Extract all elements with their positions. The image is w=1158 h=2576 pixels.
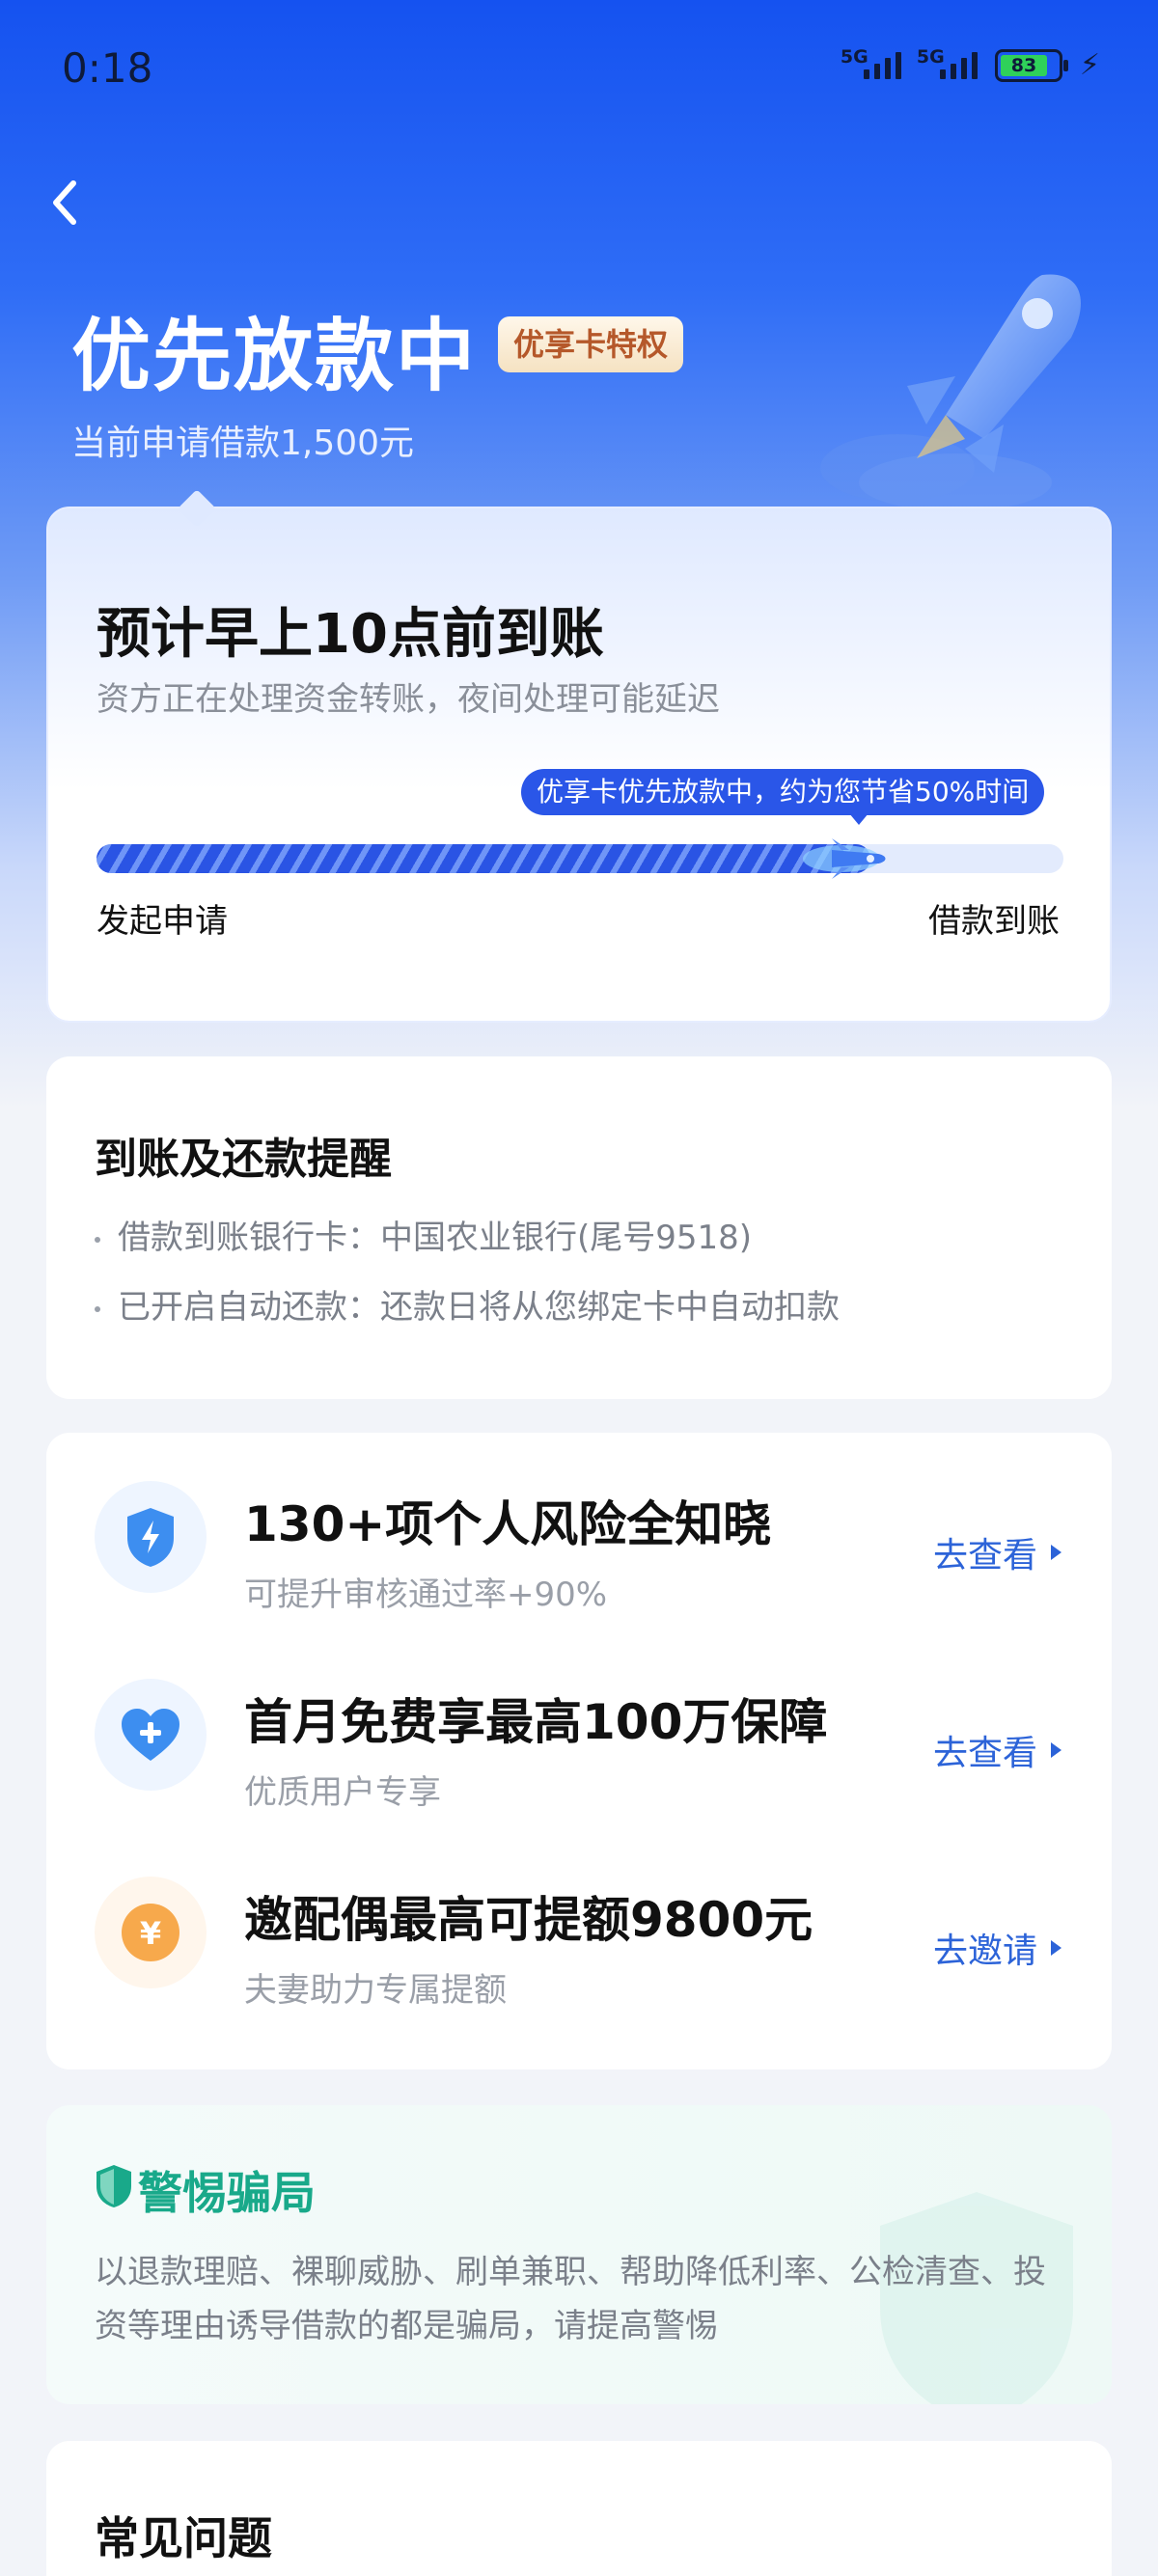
status-bar: 0:18 5G 5G 83 ⚡ [0,0,1158,135]
reminder-item: 借款到账银行卡：中国农业银行(尾号9518) [95,1211,752,1258]
service-title: 130+项个人风险全知晓 [244,1496,772,1552]
rocket-progress-icon [803,838,886,879]
eta-title: 预计早上10点前到账 [96,603,604,666]
shield-icon [96,2165,131,2207]
view-link[interactable]: 去查看 [933,1725,1062,1775]
warning-title: 警惕骗局 [138,2167,316,2219]
signal-icon: 5G [841,46,901,79]
services-card: 130+项个人风险全知晓 可提升审核通过率+90% 去查看 首月免费享最高100… [46,1433,1112,2069]
repayment-reminder-card: 到账及还款提醒 借款到账银行卡：中国农业银行(尾号9518) 已开启自动还款：还… [46,1056,1112,1399]
status-indicators: 5G 5G 83 ⚡ [841,46,1100,83]
arrow-right-icon [1051,1742,1062,1758]
bullet-icon [95,1236,100,1243]
priority-tip-bubble: 优享卡优先放款中，约为您节省50%时间 [521,769,1045,825]
reminder-item: 已开启自动还款：还款日将从您绑定卡中自动扣款 [95,1280,840,1328]
battery-icon: 83 [994,48,1068,82]
arrival-progress-card: 预计早上10点前到账 资方正在处理资金转账，夜间处理可能延迟 优享卡优先放款中，… [46,489,1112,1023]
progress-end-label: 借款到账 [928,902,1060,941]
eta-subtitle: 资方正在处理资金转账，夜间处理可能延迟 [96,680,720,719]
arrow-right-icon [1051,1545,1062,1560]
progress-track [96,838,1063,879]
service-item-risk-report[interactable]: 130+项个人风险全知晓 可提升审核通过率+90% 去查看 [46,1433,1112,1626]
service-title: 邀配偶最高可提额9800元 [244,1892,813,1948]
service-item-invite-spouse[interactable]: ¥ 邀配偶最高可提额9800元 夫妻助力专属提额 去邀请 [46,1828,1112,2021]
status-time: 0:18 [62,44,153,92]
arrow-right-icon [1051,1940,1062,1956]
bullet-icon [95,1305,100,1312]
vip-badge: 优享卡特权 [498,316,684,372]
faq-card[interactable]: 常见问题 [46,2441,1112,2576]
service-item-insurance[interactable]: 首月免费享最高100万保障 优质用户专享 去查看 [46,1631,1112,1823]
progress-fill [96,844,870,873]
service-subtitle: 可提升审核通过率+90% [244,1576,608,1614]
heart-plus-icon [95,1679,207,1791]
faq-title: 常见问题 [95,2512,272,2564]
rocket-illustration [820,274,1081,511]
chevron-left-icon [53,180,76,225]
progress-start-label: 发起申请 [96,902,228,941]
invite-link[interactable]: 去邀请 [933,1923,1062,1973]
shield-bolt-icon [95,1481,207,1593]
service-subtitle: 优质用户专享 [244,1773,441,1812]
service-subtitle: 夫妻助力专属提额 [244,1971,507,2010]
back-button[interactable] [44,174,93,232]
charging-icon: ⚡ [1079,48,1100,82]
signal-icon-2: 5G [917,46,978,79]
fraud-warning-card: 警惕骗局 以退款理赔、裸聊威胁、刷单兼职、帮助降低利率、公检清查、投资等理由诱导… [46,2105,1112,2404]
yuan-coin-icon: ¥ [95,1877,207,1988]
loan-amount: 当前申请借款1,500元 [71,424,415,463]
page-title: 优先放款中 [71,311,478,402]
reminder-title: 到账及还款提醒 [95,1135,392,1184]
warning-text: 以退款理赔、裸聊威胁、刷单兼职、帮助降低利率、公检清查、投资等理由诱导借款的都是… [95,2253,1046,2345]
view-link[interactable]: 去查看 [933,1527,1062,1577]
svg-text:¥: ¥ [140,1915,161,1952]
service-title: 首月免费享最高100万保障 [244,1694,828,1750]
